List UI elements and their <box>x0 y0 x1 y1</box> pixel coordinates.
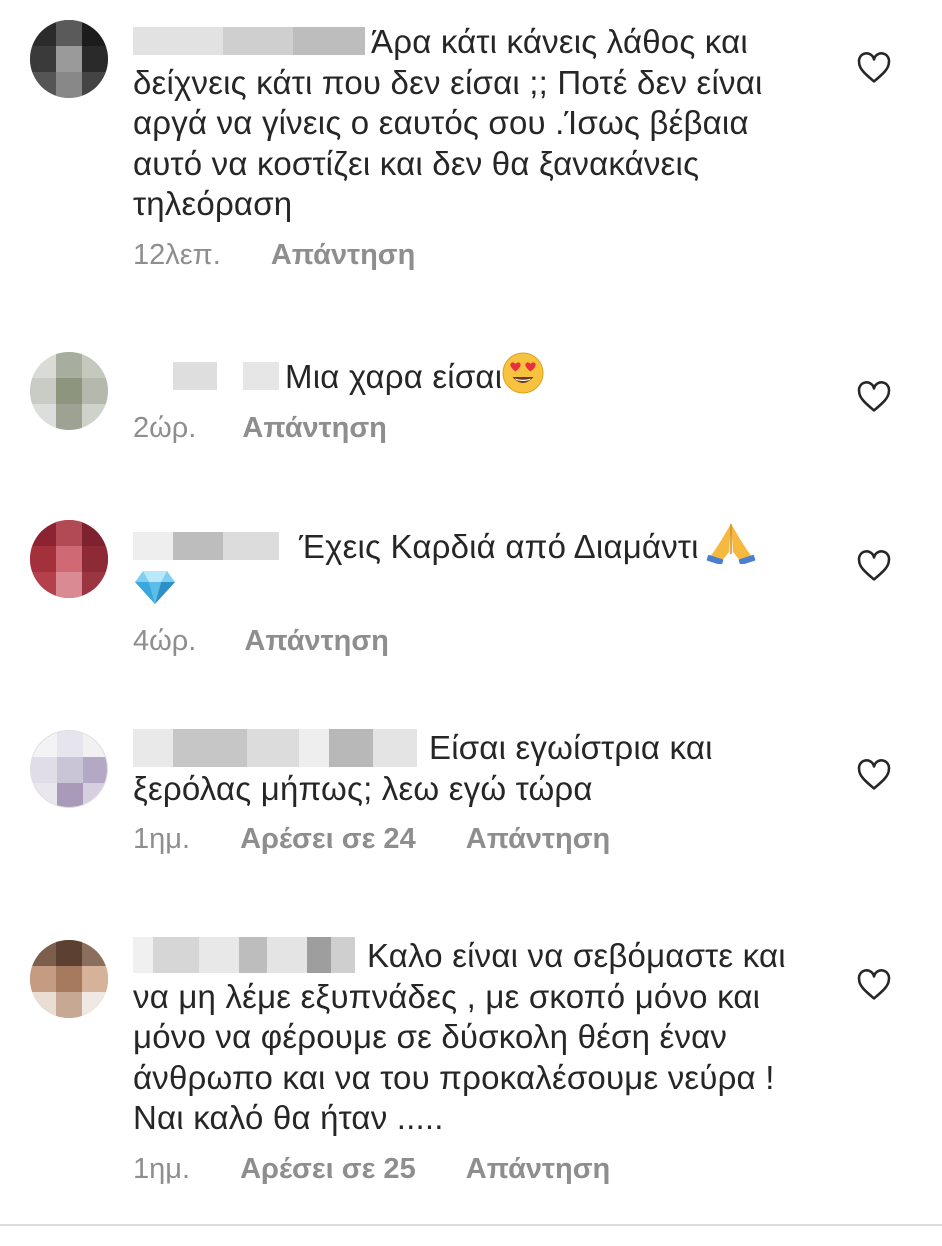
timestamp: 4ώρ. <box>133 625 197 657</box>
timestamp: 2ώρ. <box>133 411 197 444</box>
comment-meta: 1ημ. Αρέσει σε 24 Απάντηση <box>133 823 813 856</box>
reply-button[interactable]: Απάντηση <box>466 1153 611 1186</box>
heart-outline-icon[interactable] <box>857 381 891 413</box>
likes-count-button[interactable]: Αρέσει σε 24 <box>240 823 416 856</box>
gem-emoji <box>135 570 175 604</box>
comment-body: Έχεις Καρδιά από Διαμάντι <box>299 528 699 565</box>
comment-meta: 1ημ. Αρέσει σε 25 Απάντηση <box>133 1153 813 1186</box>
timestamp: 1ημ. <box>133 1152 191 1185</box>
reply-button[interactable]: Απάντηση <box>244 625 389 658</box>
username-blurred[interactable] <box>133 729 417 767</box>
avatar[interactable] <box>30 520 108 598</box>
username-blurred[interactable] <box>133 937 355 973</box>
avatar[interactable] <box>30 940 108 1018</box>
screen-bottom-edge <box>0 1226 942 1246</box>
reply-button[interactable]: Απάντηση <box>466 823 611 856</box>
folded-hands-emoji <box>706 524 755 564</box>
likes-count-button[interactable]: Αρέσει σε 25 <box>240 1153 416 1186</box>
heart-outline-icon[interactable] <box>857 969 891 1001</box>
avatar[interactable] <box>30 730 108 808</box>
comment-text: Καλο είναι να σεβόμαστε και να μη λέμε ε… <box>133 936 813 1139</box>
heart-outline-icon[interactable] <box>857 52 891 84</box>
timestamp: 1ημ. <box>133 823 191 855</box>
reply-button[interactable]: Απάντηση <box>271 239 416 272</box>
username-blurred[interactable] <box>133 362 279 390</box>
username-blurred[interactable] <box>133 532 279 560</box>
comment-text: Έχεις Καρδιά από Διαμάντι <box>133 520 813 611</box>
avatar[interactable] <box>30 20 108 98</box>
reply-button[interactable]: Απάντηση <box>242 412 387 445</box>
timestamp: 12λεπ. <box>133 238 221 271</box>
heart-outline-icon[interactable] <box>857 759 891 791</box>
comment-meta: 12λεπ. Απάντηση <box>133 239 813 272</box>
comment-meta: 2ώρ. Απάντηση <box>133 412 813 445</box>
heart-eyes-emoji <box>502 352 544 394</box>
username-blurred[interactable] <box>133 27 365 55</box>
comment-body: Μια χαρα είσαι <box>285 358 503 395</box>
heart-outline-icon[interactable] <box>857 550 891 582</box>
comment-text: Μια χαρα είσαι <box>133 352 813 398</box>
comment-text: Είσαι εγωίστρια και ξερόλας μήπως; λεω ε… <box>133 728 813 809</box>
comment-text: Άρα κάτι κάνεις λάθος και δείχνεις κάτι … <box>133 22 813 225</box>
avatar[interactable] <box>30 352 108 430</box>
comment-meta: 4ώρ. Απάντηση <box>133 625 813 658</box>
